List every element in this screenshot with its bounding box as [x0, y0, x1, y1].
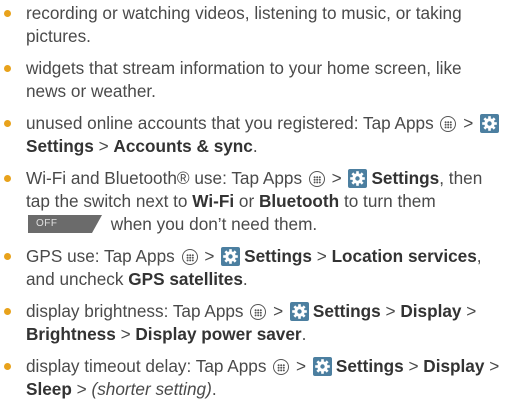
- item-text: GPS use: Tap Apps: [26, 246, 175, 266]
- separator: >: [466, 301, 477, 321]
- menu-path-wifi: Wi-Fi: [192, 191, 235, 211]
- settings-gear-icon: [289, 302, 309, 321]
- separator: >: [316, 246, 327, 266]
- battery-tips-list: recording or watching videos, listening …: [0, 2, 510, 401]
- separator: >: [296, 356, 307, 376]
- apps-icon: [440, 116, 457, 132]
- apps-icon: [250, 304, 267, 320]
- separator: >: [489, 356, 500, 376]
- item-text: display timeout delay: Tap Apps: [26, 356, 267, 376]
- list-item: display brightness: Tap Apps > Settings …: [0, 300, 510, 346]
- list-item: widgets that stream information to your …: [0, 57, 510, 103]
- menu-path-brightness: Brightness: [26, 324, 116, 344]
- list-item: GPS use: Tap Apps > Settings > Location …: [0, 245, 510, 291]
- separator: >: [385, 301, 396, 321]
- item-text: to turn them: [343, 191, 436, 211]
- menu-path-location-services: Location services: [331, 246, 477, 266]
- item-text: unused online accounts that you register…: [26, 113, 434, 133]
- item-text: widgets that stream information to your …: [26, 58, 462, 101]
- separator: >: [273, 301, 284, 321]
- list-item: unused online accounts that you register…: [0, 112, 510, 158]
- bullet-icon: [4, 120, 11, 127]
- menu-path-display-power-saver: Display power saver: [135, 324, 302, 344]
- separator: >: [204, 246, 215, 266]
- bullet-icon: [4, 175, 11, 182]
- item-text: recording or watching videos, listening …: [26, 3, 462, 46]
- menu-path-shorter-setting: (shorter setting): [91, 379, 212, 399]
- settings-gear-icon: [312, 357, 332, 376]
- punctuation: .: [301, 324, 307, 344]
- settings-label: Settings: [244, 246, 312, 266]
- document-page: recording or watching videos, listening …: [0, 0, 510, 407]
- settings-gear-icon: [221, 247, 241, 266]
- bullet-icon: [4, 65, 11, 72]
- list-item: Wi-Fi and Bluetooth® use: Tap Apps > Set…: [0, 167, 510, 236]
- list-item: display timeout delay: Tap Apps > Settin…: [0, 355, 510, 401]
- menu-path-gps-satellites: GPS satellites: [128, 269, 243, 289]
- apps-icon: [273, 359, 290, 375]
- settings-label: Settings: [312, 301, 381, 321]
- item-text: or: [238, 191, 255, 211]
- separator: >: [463, 113, 474, 133]
- menu-path-accounts-sync: Accounts & sync: [113, 136, 253, 156]
- punctuation: .: [211, 379, 217, 399]
- settings-label: Settings: [26, 136, 94, 156]
- separator: >: [408, 356, 419, 376]
- punctuation: .: [242, 269, 248, 289]
- apps-icon: [181, 249, 198, 265]
- menu-path-display: Display: [423, 356, 485, 376]
- punctuation: .: [252, 136, 258, 156]
- settings-label: Settings: [371, 168, 440, 188]
- bullet-icon: [4, 10, 11, 17]
- bullet-icon: [4, 363, 11, 370]
- separator: >: [76, 379, 87, 399]
- settings-gear-icon: [480, 114, 500, 133]
- menu-path-sleep: Sleep: [26, 379, 72, 399]
- separator: >: [98, 136, 109, 156]
- separator: >: [120, 324, 131, 344]
- item-text: Wi-Fi and Bluetooth® use: Tap Apps: [26, 168, 303, 188]
- item-text: when you don’t need them.: [110, 214, 318, 234]
- settings-label: Settings: [335, 356, 404, 376]
- menu-path-bluetooth: Bluetooth: [258, 191, 340, 211]
- off-switch-label: OFF: [36, 218, 58, 229]
- separator: >: [331, 168, 342, 188]
- list-item: recording or watching videos, listening …: [0, 2, 510, 48]
- item-text: display brightness: Tap Apps: [26, 301, 244, 321]
- bullet-icon: [4, 253, 11, 260]
- bullet-icon: [4, 308, 11, 315]
- apps-icon: [308, 171, 325, 187]
- off-switch-icon: OFF: [28, 215, 102, 233]
- menu-path-display: Display: [400, 301, 462, 321]
- settings-gear-icon: [348, 169, 368, 188]
